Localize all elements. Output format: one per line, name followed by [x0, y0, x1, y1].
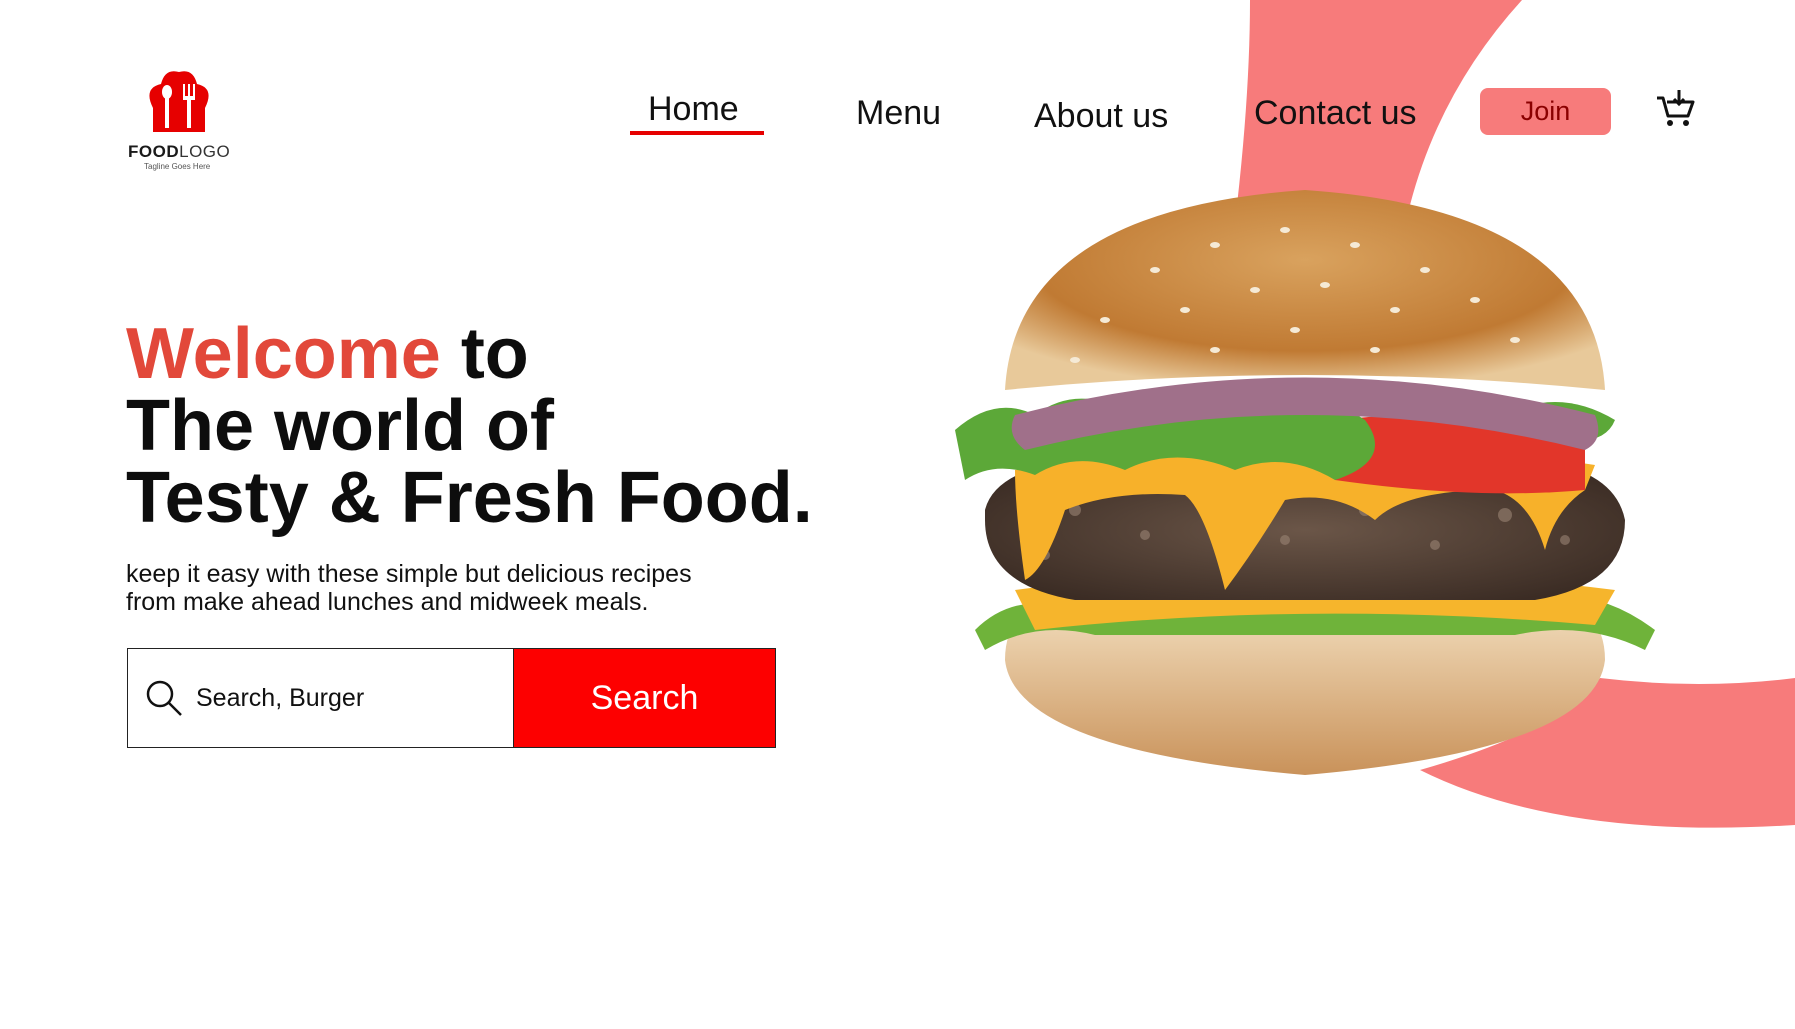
logo-tagline: Tagline Goes Here — [144, 162, 211, 171]
subtext-line-2: from make ahead lunches and midweek meal… — [126, 588, 649, 616]
nav-item-menu[interactable]: Menu — [856, 94, 941, 133]
cart-icon — [1657, 90, 1695, 126]
search-button[interactable]: Search — [513, 648, 776, 748]
landing-page: FOODLOGO Tagline Goes Here Home Menu Abo… — [0, 0, 1795, 1029]
active-nav-underline — [630, 131, 764, 135]
headline-accent: Welcome — [126, 314, 441, 394]
search-field[interactable] — [127, 648, 513, 748]
burger-image — [955, 190, 1655, 775]
nav-item-contact-us[interactable]: Contact us — [1254, 94, 1417, 133]
hero-headline: Welcome to The world of Testy & Fresh Fo… — [126, 318, 813, 534]
headline-line-1-rest: to — [460, 314, 529, 394]
chef-hat-icon — [149, 71, 209, 132]
headline-line-2: The world of — [126, 386, 554, 466]
headline-line-3: Testy & Fresh Food. — [126, 458, 813, 538]
search-input[interactable] — [194, 682, 498, 714]
logo-word-light: LOGO — [179, 142, 231, 161]
brand-logo[interactable]: FOODLOGO Tagline Goes Here — [128, 68, 240, 172]
search-icon — [146, 680, 182, 716]
join-button[interactable]: Join — [1480, 88, 1611, 135]
cart-button[interactable] — [1655, 88, 1697, 130]
logo-word-bold: FOOD — [128, 142, 180, 161]
nav-item-about-us[interactable]: About us — [1034, 97, 1168, 136]
subtext-line-1: keep it easy with these simple but delic… — [126, 560, 692, 588]
logo-wordmark: FOODLOGO — [128, 142, 230, 162]
headline-line-1: Welcome to — [126, 318, 813, 390]
nav-item-home[interactable]: Home — [648, 90, 739, 129]
hero-subtext: keep it easy with these simple but delic… — [126, 560, 692, 616]
